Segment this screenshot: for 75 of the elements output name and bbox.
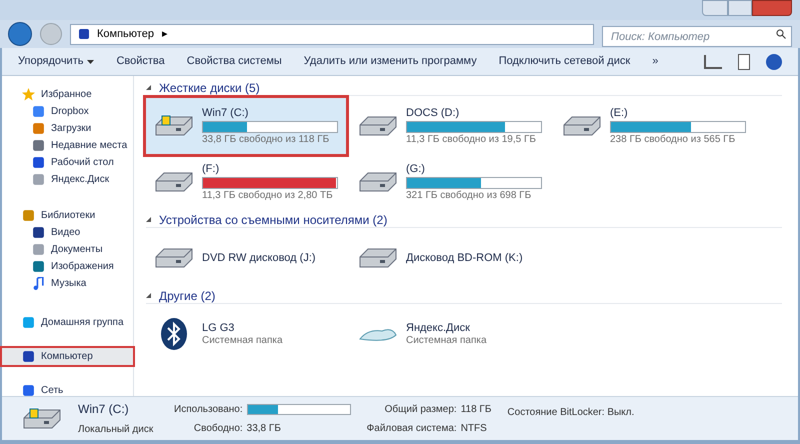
- view-options-button[interactable]: [704, 54, 722, 68]
- drive-tile[interactable]: DVD RW дисковод (J:): [146, 230, 346, 286]
- back-button[interactable]: [8, 22, 32, 46]
- sidebar-item[interactable]: Рабочий стол: [2, 154, 133, 171]
- toolbar-button[interactable]: Свойства: [116, 53, 165, 70]
- section-heading: Жесткие диски (5): [159, 80, 260, 96]
- bitlocker-status: Состояние BitLocker: Выкл.: [507, 406, 634, 420]
- free-value: 33,8 ГБ: [246, 422, 282, 436]
- drive-info: Системная папка: [202, 336, 284, 346]
- drive-name: Win7 (C:): [202, 108, 250, 118]
- caret-icon: [87, 60, 94, 64]
- drive-info: 11,3 ГБ свободно из 2,80 ТБ: [202, 190, 334, 200]
- collapse-triangle-icon: [146, 293, 151, 298]
- sidebar-item[interactable]: Яндекс.Диск: [2, 171, 133, 188]
- address-field[interactable]: Компьютер ▸: [70, 24, 594, 44]
- help-button[interactable]: [766, 54, 782, 70]
- sidebar-item[interactable]: Загрузки: [2, 120, 133, 137]
- drive-tile[interactable]: Дисковод BD-ROM (K:): [350, 230, 550, 286]
- toolbar-button[interactable]: Упорядочить: [18, 53, 94, 70]
- sidebar-item[interactable]: Избранное: [2, 86, 133, 103]
- drive-tile[interactable]: (F:) 11,3 ГБ свободно из 2,80 ТБ: [146, 154, 346, 210]
- drive-name: Дисковод BD-ROM (K:): [406, 252, 524, 264]
- collapse-triangle-icon: [146, 85, 151, 90]
- sidebar-item[interactable]: Сеть: [2, 382, 133, 399]
- search-icon: [776, 28, 786, 38]
- filesystem-label: Файловая система:: [366, 422, 457, 436]
- sidebar-item[interactable]: Изображения: [2, 258, 133, 275]
- hard-drive-icon: [22, 406, 62, 432]
- sidebar-item[interactable]: Компьютер: [2, 348, 133, 365]
- size-value: 118 ГБ: [460, 402, 492, 416]
- used-label: Использовано:: [174, 402, 243, 416]
- breadcrumb-separator: ▸: [162, 26, 168, 42]
- drive-name: (E:): [610, 108, 629, 118]
- sidebar-item[interactable]: Музыка: [2, 275, 133, 292]
- drive-tile[interactable]: Win7 (C:) 33,8 ГБ свободно из 118 ГБ: [146, 98, 346, 154]
- drive-tile[interactable]: (G:) 321 ГБ свободно из 698 ГБ: [350, 154, 550, 210]
- toolbar-button[interactable]: Подключить сетевой диск: [498, 53, 630, 70]
- toolbar-button[interactable]: Удалить или изменить программу: [304, 53, 477, 70]
- drive-tile[interactable]: DOCS (D:) 11,3 ГБ свободно из 19,5 ГБ: [350, 98, 550, 154]
- section-heading: Устройства со съемными носителями (2): [159, 212, 388, 228]
- drive-name: DVD RW дисковод (J:): [202, 252, 317, 264]
- toolbar-button[interactable]: Свойства системы: [186, 53, 282, 70]
- drive-name: (G:): [406, 164, 426, 174]
- drive-info: 11,3 ГБ свободно из 19,5 ГБ: [406, 134, 537, 144]
- sidebar-item[interactable]: Видео: [2, 224, 133, 241]
- toolbar-button[interactable]: »: [652, 53, 658, 70]
- drive-tile[interactable]: (E:) 238 ГБ свободно из 565 ГБ: [554, 98, 754, 154]
- sidebar-item[interactable]: Библиотеки: [2, 207, 133, 224]
- drive-tile[interactable]: LG G3 Системная папка: [146, 306, 346, 362]
- drive-name: Яндекс.Диск: [406, 322, 471, 334]
- drive-name: DOCS (D:): [406, 108, 460, 118]
- drive-name: (F:): [202, 164, 220, 174]
- drive-info: 33,8 ГБ свободно из 118 ГБ: [202, 134, 330, 144]
- sidebar-item[interactable]: Dropbox: [2, 103, 133, 120]
- collapse-triangle-icon: [146, 217, 151, 222]
- sidebar-item[interactable]: Документы: [2, 241, 133, 258]
- preview-pane-button[interactable]: [738, 54, 750, 70]
- details-name: Win7 (C:): [78, 401, 130, 418]
- star-icon: [22, 88, 35, 101]
- address-path: Компьютер: [97, 26, 154, 42]
- drive-name: LG G3: [202, 322, 236, 334]
- drive-info: 238 ГБ свободно из 565 ГБ: [610, 134, 736, 144]
- drive-info: Системная папка: [406, 336, 488, 346]
- free-label: Свободно:: [192, 422, 243, 436]
- bluetooth-icon: [160, 317, 188, 351]
- sidebar-item[interactable]: Домашняя группа: [2, 314, 133, 331]
- music-note-icon: [32, 277, 45, 290]
- section-heading: Другие (2): [159, 288, 216, 304]
- drive-tile[interactable]: Яндекс.Диск Системная папка: [350, 306, 550, 362]
- search-field[interactable]: Поиск: Компьютер: [602, 26, 792, 47]
- drive-info: 321 ГБ свободно из 698 ГБ: [406, 190, 532, 200]
- size-label: Общий размер:: [384, 402, 457, 416]
- filesystem-value: NTFS: [460, 422, 488, 436]
- sidebar-item[interactable]: Недавние места: [2, 137, 133, 154]
- details-type: Локальный диск: [78, 423, 154, 437]
